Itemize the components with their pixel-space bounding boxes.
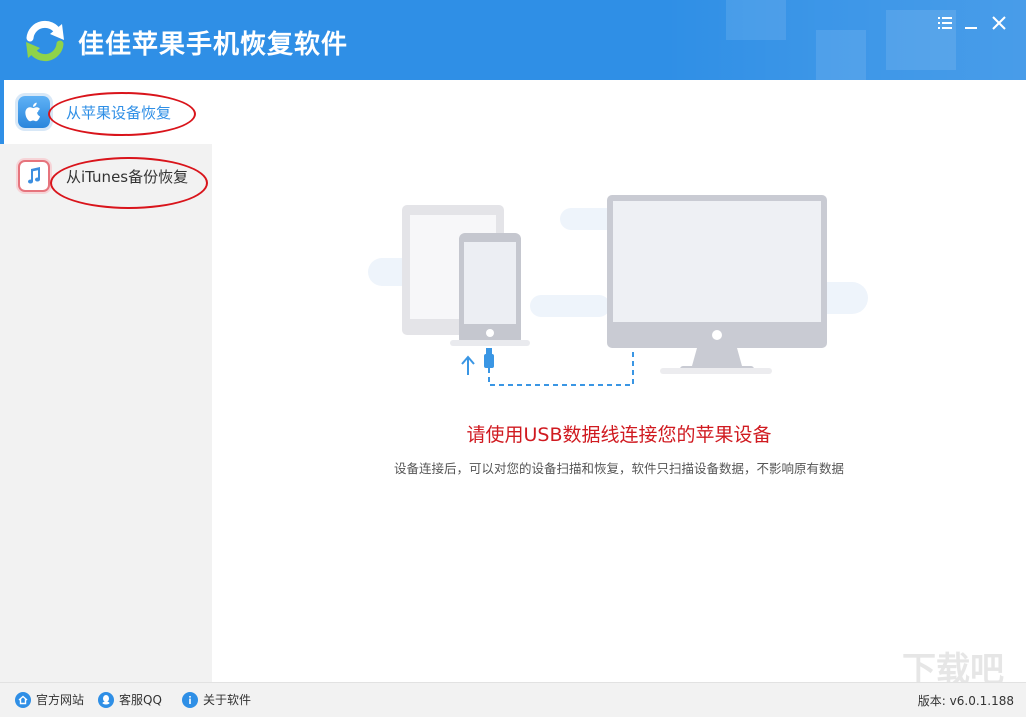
sidebar-item-label: 从iTunes备份恢复 — [66, 168, 189, 186]
about-software-link[interactable]: 关于软件 — [182, 691, 251, 708]
menu-icon — [938, 17, 952, 29]
version-label: 版本: v6.0.1.188 — [917, 694, 1014, 708]
close-icon — [992, 16, 1006, 30]
apple-icon — [18, 96, 50, 128]
home-icon — [15, 691, 31, 708]
usb-cable — [488, 350, 634, 386]
footer-link-label: 官方网站 — [36, 693, 85, 707]
app-title: 佳佳苹果手机恢复软件 — [78, 30, 349, 60]
connect-instruction-subtext: 设备连接后，可以对您的设备扫描和恢复，软件只扫描设备数据，不影响原有数据 — [393, 461, 844, 476]
sidebar: 从苹果设备恢复 从iTunes备份恢复 — [0, 80, 212, 682]
usb-connection-illustration — [368, 195, 868, 386]
app-logo-icon — [26, 20, 64, 62]
footer-link-label: 关于软件 — [203, 693, 252, 707]
music-note-icon — [18, 160, 50, 192]
header-decoration-cube — [816, 30, 866, 80]
phone-icon — [450, 233, 530, 346]
monitor-icon — [607, 195, 827, 374]
sidebar-item-itunes-recovery[interactable]: 从iTunes备份恢复 — [0, 144, 212, 208]
info-icon — [182, 691, 198, 708]
usb-plug-icon — [484, 348, 494, 368]
arrow-up-icon — [461, 355, 475, 375]
minimize-button[interactable] — [960, 12, 982, 34]
sidebar-item-label: 从苹果设备恢复 — [66, 104, 172, 122]
header-decoration-cube — [726, 0, 786, 40]
cloud-shape — [530, 295, 610, 317]
connect-instruction-heading: 请使用USB数据线连接您的苹果设备 — [466, 424, 772, 446]
customer-service-qq-link[interactable]: 客服QQ — [98, 691, 162, 708]
qq-icon — [98, 691, 114, 708]
menu-button[interactable] — [934, 12, 956, 34]
status-bar: 官方网站 客服QQ 关于软件 版本: v6.0.1.188 — [0, 682, 1026, 717]
official-website-link[interactable]: 官方网站 — [15, 691, 84, 708]
title-bar: 佳佳苹果手机恢复软件 — [0, 0, 1026, 80]
close-button[interactable] — [988, 12, 1010, 34]
footer-link-label: 客服QQ — [119, 693, 162, 707]
minimize-icon — [965, 27, 977, 29]
sidebar-item-device-recovery[interactable]: 从苹果设备恢复 — [0, 80, 212, 144]
